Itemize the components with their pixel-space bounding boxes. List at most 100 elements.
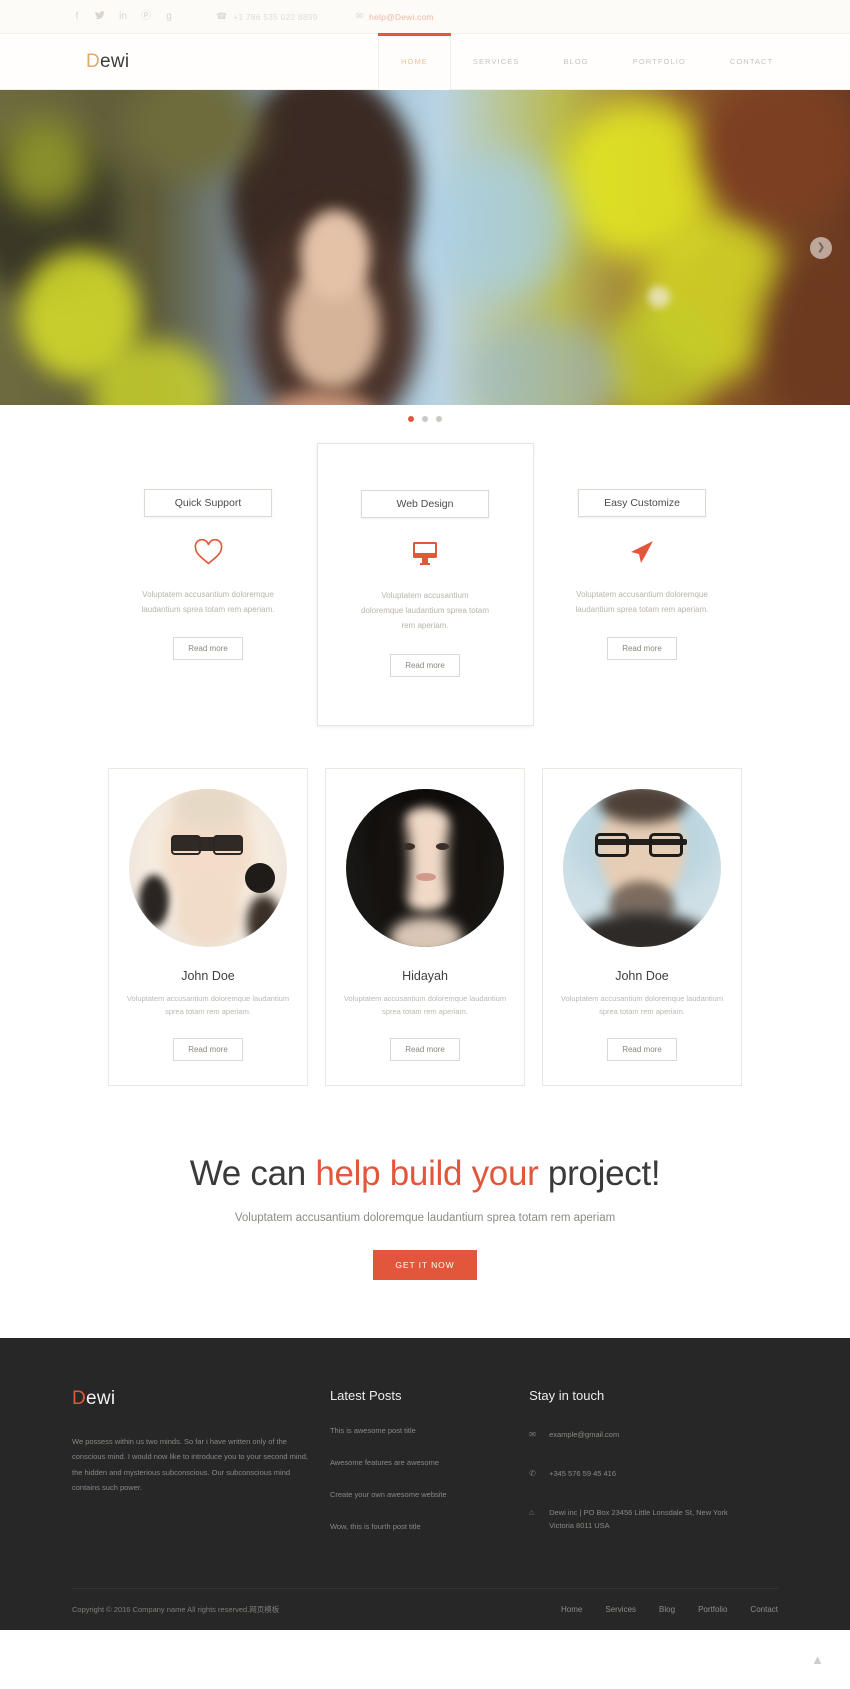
footer-post-link[interactable]: Awesome features are awesome — [330, 1458, 529, 1467]
footer-nav-contact[interactable]: Contact — [750, 1605, 778, 1614]
service-read-more-button[interactable]: Read more — [173, 637, 243, 661]
footer-brand-accent: D — [72, 1387, 87, 1409]
facebook-icon[interactable]: f — [72, 11, 82, 22]
cta-heading-pre: We can — [189, 1153, 316, 1193]
hero-slider[interactable]: ❯ — [0, 90, 850, 405]
nav-item-home[interactable]: HOME — [378, 33, 451, 90]
topbar-phone-text: +1 786 535 022 8899 — [233, 11, 318, 22]
building-icon: ⌂ — [529, 1507, 534, 1517]
footer-contact-heading: Stay in touch — [529, 1387, 605, 1403]
footer-columns: Dewi We possess within us two minds. So … — [72, 1388, 778, 1532]
service-card-quick-support: Quick Support Voluptatem accusantium dol… — [99, 455, 317, 726]
nav-item-services[interactable]: SERVICES — [451, 34, 542, 90]
footer-contact-column: Stay in touch ✉ example@gmail.com ✆ +345… — [529, 1388, 778, 1532]
team-member-name: John Doe — [615, 968, 669, 983]
brand-logo-rest: ewi — [100, 50, 130, 72]
site-footer: Dewi We possess within us two minds. So … — [0, 1337, 850, 1667]
footer-contact-phone[interactable]: ✆ +345 576 59 45 416 — [529, 1467, 778, 1481]
team-read-more-button[interactable]: Read more — [607, 1037, 677, 1061]
footer-contact-phone-text: +345 576 59 45 416 — [549, 1468, 617, 1478]
cta-section: We can help build your project! Voluptat… — [0, 1085, 850, 1338]
google-plus-icon[interactable]: g — [164, 11, 174, 22]
hero-image — [0, 90, 850, 405]
service-description: Voluptatem accusantium doloremque laudan… — [141, 590, 275, 615]
team-card: Hidayah Voluptatem accusantium doloremqu… — [325, 767, 525, 1086]
footer-nav-blog[interactable]: Blog — [659, 1605, 675, 1614]
team-section: John Doe Voluptatem accusantium doloremq… — [0, 726, 850, 1086]
team-read-more-button[interactable]: Read more — [173, 1037, 243, 1061]
team-read-more-button[interactable]: Read more — [390, 1037, 460, 1061]
service-read-more-button[interactable]: Read more — [607, 637, 677, 661]
nav-item-blog[interactable]: BLOG — [542, 34, 611, 90]
footer-contact-address-text: Dewi inc | PO Box 23456 Little Lonsdale … — [549, 1507, 728, 1530]
footer-about-column: Dewi We possess within us two minds. So … — [72, 1388, 317, 1532]
service-title[interactable]: Easy Customize — [578, 489, 706, 517]
footer-contact-email[interactable]: ✉ example@gmail.com — [529, 1428, 778, 1442]
mail-icon: ✉ — [355, 11, 364, 21]
footer-nav: Home Services Blog Portfolio Contact — [561, 1605, 778, 1614]
heart-icon — [118, 537, 299, 567]
cta-subtitle: Voluptatem accusantium doloremque laudan… — [234, 1211, 616, 1224]
phone-icon: ✆ — [529, 1468, 536, 1478]
chevron-right-icon: ❯ — [816, 242, 826, 253]
cta-heading-post: project! — [538, 1153, 661, 1193]
team-card: John Doe Voluptatem accusantium doloremq… — [542, 767, 742, 1086]
footer-post-link[interactable]: Create your own awesome website — [330, 1490, 529, 1499]
team-card: John Doe Voluptatem accusantium doloremq… — [108, 767, 308, 1086]
team-member-description: Voluptatem accusantium doloremque laudan… — [560, 993, 724, 1016]
social-links: f in Ⓟ g — [72, 10, 174, 23]
topbar-phone[interactable]: ☎ +1 786 535 022 8899 — [216, 11, 318, 22]
team-member-description: Voluptatem accusantium doloremque laudan… — [126, 993, 290, 1016]
scroll-to-top-button[interactable]: ▲ — [811, 1652, 824, 1667]
avatar — [563, 788, 721, 947]
team-member-name: John Doe — [181, 968, 235, 983]
service-read-more-button[interactable]: Read more — [390, 653, 460, 677]
service-description: Voluptatem accusantium doloremque laudan… — [360, 591, 490, 631]
service-card-easy-customize: Easy Customize Voluptatem accusantium do… — [533, 455, 751, 726]
service-title[interactable]: Web Design — [361, 490, 489, 518]
footer-posts-column: Latest Posts This is awesome post title … — [330, 1388, 529, 1532]
footer-nav-services[interactable]: Services — [605, 1605, 636, 1614]
footer-nav-portfolio[interactable]: Portfolio — [698, 1605, 727, 1614]
service-description: Voluptatem accusantium doloremque laudan… — [575, 590, 709, 615]
service-title[interactable]: Quick Support — [144, 489, 272, 517]
cta-heading-highlight: help build your — [315, 1153, 539, 1193]
topbar-email-text: help@Dewi.com — [369, 11, 434, 22]
linkedin-icon[interactable]: in — [118, 11, 128, 22]
footer-contact-address: ⌂ Dewi inc | PO Box 23456 Little Lonsdal… — [529, 1506, 778, 1532]
footer-nav-home[interactable]: Home — [561, 1605, 582, 1614]
mail-icon: ✉ — [529, 1429, 536, 1439]
slider-dots — [0, 405, 850, 433]
topbar: f in Ⓟ g ☎ +1 786 535 022 8899 ✉ help@De… — [0, 0, 850, 34]
footer-post-link[interactable]: Wow, this is fourth post title — [330, 1522, 529, 1531]
topbar-contacts: ☎ +1 786 535 022 8899 ✉ help@Dewi.com — [216, 11, 434, 22]
nav-item-portfolio[interactable]: PORTFOLIO — [611, 34, 708, 90]
get-it-now-button[interactable]: GET IT NOW — [373, 1249, 477, 1280]
slider-dot-1[interactable] — [408, 416, 414, 422]
main-nav: HOME SERVICES BLOG PORTFOLIO CONTACT — [378, 33, 795, 90]
service-card-web-design: Web Design Voluptatem accusantium dolore… — [316, 443, 534, 726]
footer-contact-email-text: example@gmail.com — [549, 1429, 620, 1439]
slider-next-button[interactable]: ❯ — [810, 236, 832, 259]
footer-brand-rest: ewi — [86, 1387, 116, 1409]
services-section: Quick Support Voluptatem accusantium dol… — [0, 433, 850, 726]
phone-icon: ☎ — [216, 11, 228, 21]
footer-post-link[interactable]: This is awesome post title — [330, 1426, 529, 1435]
site-header: Dewi HOME SERVICES BLOG PORTFOLIO CONTAC… — [0, 33, 850, 90]
slider-dot-2[interactable] — [422, 416, 428, 422]
avatar — [129, 788, 287, 947]
nav-item-contact[interactable]: CONTACT — [708, 34, 795, 90]
copyright-text: Copyright © 2016 Company name All rights… — [72, 1605, 280, 1615]
cta-heading: We can help build your project! — [0, 1154, 850, 1194]
slider-dot-3[interactable] — [436, 416, 442, 422]
team-member-name: Hidayah — [402, 968, 448, 983]
twitter-icon[interactable] — [95, 10, 105, 23]
topbar-email[interactable]: ✉ help@Dewi.com — [356, 11, 434, 22]
avatar — [346, 788, 504, 947]
footer-brand-logo[interactable]: Dewi — [72, 1388, 317, 1410]
footer-about-text: We possess within us two minds. So far i… — [72, 1436, 308, 1492]
brand-logo[interactable]: Dewi — [86, 51, 129, 73]
monitor-icon — [336, 538, 515, 568]
footer-posts-heading: Latest Posts — [329, 1387, 402, 1403]
pinterest-icon[interactable]: Ⓟ — [141, 11, 151, 22]
